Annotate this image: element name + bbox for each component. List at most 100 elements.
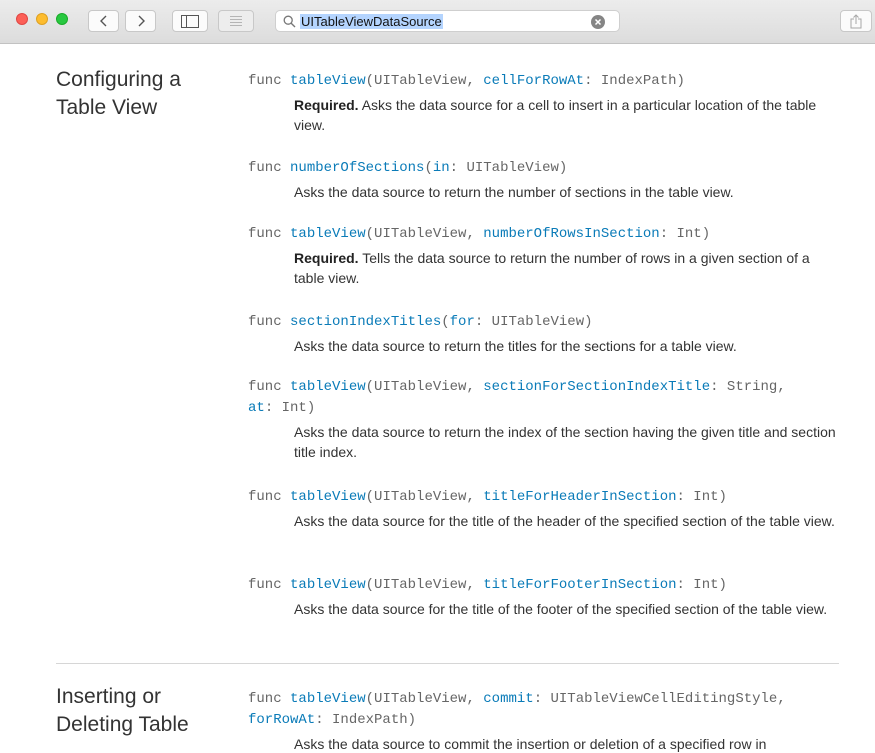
method-declaration: func tableView(UITableView, commit: UITa… — [248, 689, 838, 731]
param-text: ( — [441, 314, 450, 330]
description-text: Asks the data source to return the title… — [294, 338, 737, 354]
chevron-left-icon — [99, 15, 106, 27]
method-name-link[interactable]: tableView — [290, 577, 366, 593]
method-name-link[interactable]: tableView — [290, 379, 366, 395]
param-text: : Int) — [676, 577, 727, 593]
description-text: Asks the data source for the title of th… — [294, 513, 835, 529]
argument-label: for — [449, 314, 475, 330]
section-title-inserting-deleting: Inserting or Deleting Table — [56, 683, 236, 739]
api-entry: func tableView(UITableView, numberOfRows… — [248, 224, 838, 288]
method-declaration: func tableView(UITableView, cellForRowAt… — [248, 71, 838, 92]
chevron-right-icon — [138, 15, 145, 27]
share-icon — [850, 13, 862, 28]
param-text: : Int) — [264, 400, 316, 416]
func-keyword: func — [248, 160, 282, 176]
close-window-button[interactable] — [16, 13, 28, 25]
param-text: : String, — [710, 379, 786, 395]
api-entry: func tableView(UITableView, sectionForSe… — [248, 377, 838, 462]
description-text: Asks the data source for the title of th… — [294, 601, 828, 617]
documentation-content: Configuring a Table View func tableView(… — [0, 44, 875, 753]
func-keyword: func — [248, 691, 282, 707]
func-keyword: func — [248, 489, 282, 505]
func-keyword: func — [248, 379, 282, 395]
param-text: ( — [424, 160, 433, 176]
share-button[interactable] — [840, 10, 872, 32]
argument-label: at — [248, 400, 265, 416]
func-keyword: func — [248, 314, 282, 330]
list-icon — [230, 16, 242, 26]
method-declaration: func tableView(UITableView, numberOfRows… — [248, 224, 838, 245]
section-title-line: Configuring a — [56, 68, 181, 91]
api-entry: func tableView(UITableView, commit: UITa… — [248, 689, 838, 753]
param-text: (UITableView, — [365, 226, 484, 242]
section-title-line: Inserting or — [56, 685, 162, 708]
argument-label: cellForRowAt — [483, 73, 585, 89]
param-text: : Int) — [676, 489, 727, 505]
method-declaration: func tableView(UITableView, sectionForSe… — [248, 377, 838, 419]
method-description: Required. Tells the data source to retur… — [294, 248, 838, 288]
param-text: (UITableView, — [365, 489, 484, 505]
method-description: Asks the data source for the title of th… — [294, 599, 838, 619]
section-divider — [56, 663, 839, 664]
section-title-configuring: Configuring a Table View — [56, 66, 236, 122]
method-description: Asks the data source to return the title… — [294, 336, 838, 356]
browser-toolbar: UITableViewDataSource — [0, 0, 875, 44]
api-entry: func tableView(UITableView, titleForFoot… — [248, 575, 838, 619]
method-name-link[interactable]: tableView — [290, 226, 366, 242]
method-declaration: func tableView(UITableView, titleForFoot… — [248, 575, 838, 596]
address-search-field[interactable]: UITableViewDataSource — [275, 10, 620, 32]
section-title-line: Deleting Table — [56, 713, 189, 736]
argument-label: titleForFooterInSection — [483, 577, 677, 593]
section-title-line: Table View — [56, 96, 158, 119]
func-keyword: func — [248, 73, 282, 89]
param-text: (UITableView, — [365, 577, 484, 593]
func-keyword: func — [248, 226, 282, 242]
required-label: Required. — [294, 97, 359, 113]
method-description: Asks the data source to return the numbe… — [294, 182, 838, 202]
func-keyword: func — [248, 577, 282, 593]
sidebar-icon — [181, 14, 199, 28]
param-text: : IndexPath) — [584, 73, 685, 89]
param-text: (UITableView, — [365, 691, 484, 707]
api-entry: func numberOfSections(in: UITableView) A… — [248, 158, 838, 202]
argument-label: titleForHeaderInSection — [483, 489, 677, 505]
api-entry: func tableView(UITableView, cellForRowAt… — [248, 71, 838, 135]
argument-label: in — [432, 160, 450, 176]
api-entry: func tableView(UITableView, titleForHead… — [248, 487, 838, 531]
param-text: (UITableView, — [365, 73, 484, 89]
reader-button[interactable] — [218, 10, 254, 32]
param-text: : IndexPath) — [315, 712, 417, 728]
method-description: Asks the data source to return the index… — [294, 422, 838, 462]
method-name-link[interactable]: numberOfSections — [290, 160, 424, 176]
argument-label: sectionForSectionIndexTitle — [483, 379, 711, 395]
minimize-window-button[interactable] — [36, 13, 48, 25]
description-text: Asks the data source for a cell to inser… — [294, 97, 817, 133]
method-declaration: func sectionIndexTitles(for: UITableView… — [248, 312, 838, 333]
back-button[interactable] — [88, 10, 119, 32]
search-query-text[interactable]: UITableViewDataSource — [300, 14, 443, 29]
description-text: Tells the data source to return the numb… — [294, 250, 810, 286]
method-description: Required. Asks the data source for a cel… — [294, 95, 838, 135]
method-declaration: func tableView(UITableView, titleForHead… — [248, 487, 838, 508]
argument-label: commit — [483, 691, 534, 707]
method-declaration: func numberOfSections(in: UITableView) — [248, 158, 838, 179]
zoom-window-button[interactable] — [56, 13, 68, 25]
required-label: Required. — [294, 250, 359, 266]
description-text: Asks the data source to return the numbe… — [294, 184, 734, 200]
argument-label: forRowAt — [248, 712, 316, 728]
argument-label: numberOfRowsInSection — [483, 226, 660, 242]
method-name-link[interactable]: tableView — [290, 489, 366, 505]
param-text: (UITableView, — [365, 379, 484, 395]
search-icon — [283, 15, 296, 28]
method-name-link[interactable]: sectionIndexTitles — [290, 314, 441, 330]
param-text: : UITableViewCellEditingStyle, — [533, 691, 786, 707]
method-name-link[interactable]: tableView — [290, 691, 366, 707]
description-text: Asks the data source to return the index… — [294, 424, 836, 460]
method-description: Asks the data source to commit the inser… — [294, 734, 838, 753]
forward-button[interactable] — [125, 10, 156, 32]
clear-search-icon[interactable] — [591, 15, 605, 29]
description-text: Asks the data source to commit the inser… — [294, 736, 767, 752]
sidebar-toggle-button[interactable] — [172, 10, 208, 32]
api-entry: func sectionIndexTitles(for: UITableView… — [248, 312, 838, 356]
method-name-link[interactable]: tableView — [290, 73, 366, 89]
